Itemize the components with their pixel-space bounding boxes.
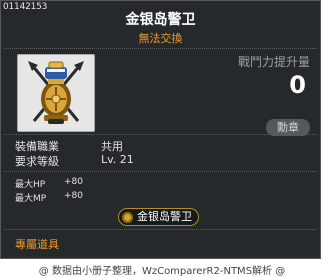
set-name-badge: 金银岛警卫 bbox=[118, 208, 199, 226]
item-name: 金银岛警卫 bbox=[125, 12, 196, 28]
stat-label: 最大HP bbox=[15, 180, 46, 190]
stat-value: +80 bbox=[64, 191, 83, 201]
job-value: 共用 bbox=[101, 140, 123, 153]
stat-row: 最大MP +80 bbox=[15, 191, 83, 204]
set-name: 金银岛警卫 bbox=[137, 210, 192, 223]
coin-icon bbox=[122, 212, 133, 223]
job-label: 裝備職業 bbox=[15, 140, 59, 153]
item-tooltip: 01142153 金银岛警卫 無法交換 戰鬥力提升量 0 勳章 裝備職業 共用 … bbox=[0, 0, 321, 259]
job-row: 裝備職業 共用 bbox=[15, 138, 123, 154]
footer-credit: @ 数据由小册子整理，WzComparerR2-NTMS解析 @ bbox=[38, 266, 286, 277]
divider bbox=[4, 48, 317, 49]
stat-value: +80 bbox=[64, 177, 83, 187]
combat-power-value: 0 bbox=[289, 71, 306, 99]
level-label: 要求等級 bbox=[15, 155, 59, 168]
exclusive-item-tag: 專屬道具 bbox=[15, 238, 59, 251]
combat-power-label: 戰鬥力提升量 bbox=[237, 55, 310, 69]
divider bbox=[4, 171, 317, 172]
level-value: Lv. 21 bbox=[101, 153, 134, 166]
stat-label: 最大MP bbox=[15, 194, 47, 204]
stat-row: 最大HP +80 bbox=[15, 177, 83, 190]
item-icon-frame bbox=[17, 54, 95, 132]
divider bbox=[4, 229, 317, 230]
level-row: 要求等級 Lv. 21 bbox=[15, 153, 134, 169]
medal-helmet-icon bbox=[28, 61, 84, 124]
divider bbox=[4, 134, 317, 135]
trade-status: 無法交換 bbox=[138, 32, 183, 45]
